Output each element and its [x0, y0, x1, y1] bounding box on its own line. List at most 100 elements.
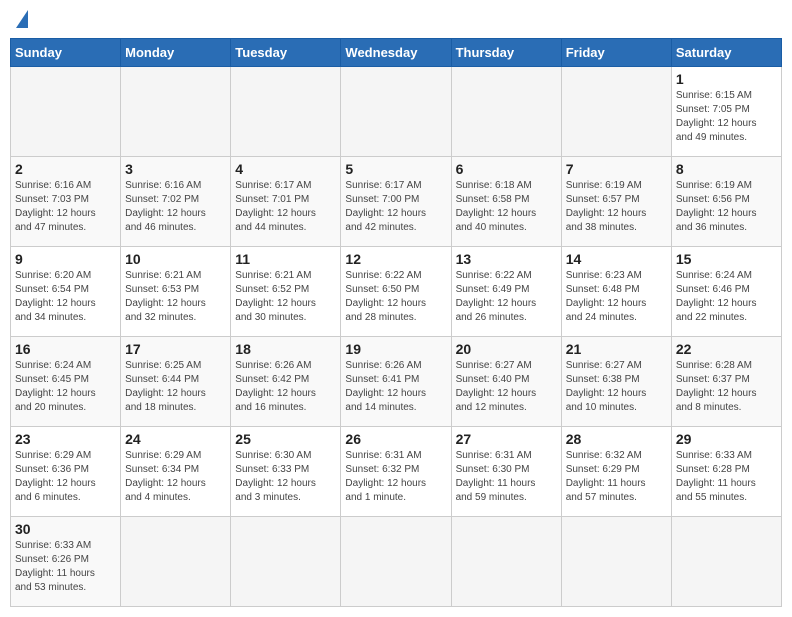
- day-info: Sunrise: 6:23 AMSunset: 6:48 PMDaylight:…: [566, 269, 667, 325]
- calendar-cell: [121, 517, 231, 607]
- calendar-table: SundayMondayTuesdayWednesdayThursdayFrid…: [10, 38, 782, 607]
- day-info: Sunrise: 6:29 AMSunset: 6:34 PMDaylight:…: [125, 449, 226, 505]
- day-info: Sunrise: 6:26 AMSunset: 6:42 PMDaylight:…: [235, 359, 336, 415]
- calendar-cell: 26 Sunrise: 6:31 AMSunset: 6:32 PMDaylig…: [341, 427, 451, 517]
- calendar-week-row: 9 Sunrise: 6:20 AMSunset: 6:54 PMDayligh…: [11, 247, 782, 337]
- day-info: Sunrise: 6:31 AMSunset: 6:30 PMDaylight:…: [456, 449, 557, 505]
- calendar-header-friday: Friday: [561, 39, 671, 67]
- calendar-week-row: 16 Sunrise: 6:24 AMSunset: 6:45 PMDaylig…: [11, 337, 782, 427]
- day-info: Sunrise: 6:22 AMSunset: 6:49 PMDaylight:…: [456, 269, 557, 325]
- day-info: Sunrise: 6:19 AMSunset: 6:57 PMDaylight:…: [566, 179, 667, 235]
- day-info: Sunrise: 6:33 AMSunset: 6:26 PMDaylight:…: [15, 539, 116, 595]
- day-number: 22: [676, 341, 777, 357]
- calendar-cell: 16 Sunrise: 6:24 AMSunset: 6:45 PMDaylig…: [11, 337, 121, 427]
- day-info: Sunrise: 6:30 AMSunset: 6:33 PMDaylight:…: [235, 449, 336, 505]
- calendar-cell: 15 Sunrise: 6:24 AMSunset: 6:46 PMDaylig…: [671, 247, 781, 337]
- calendar-cell: 30 Sunrise: 6:33 AMSunset: 6:26 PMDaylig…: [11, 517, 121, 607]
- calendar-cell: 2 Sunrise: 6:16 AMSunset: 7:03 PMDayligh…: [11, 157, 121, 247]
- calendar-cell: 27 Sunrise: 6:31 AMSunset: 6:30 PMDaylig…: [451, 427, 561, 517]
- day-number: 1: [676, 71, 777, 87]
- day-number: 8: [676, 161, 777, 177]
- day-info: Sunrise: 6:32 AMSunset: 6:29 PMDaylight:…: [566, 449, 667, 505]
- calendar-week-row: 1 Sunrise: 6:15 AMSunset: 7:05 PMDayligh…: [11, 67, 782, 157]
- day-info: Sunrise: 6:19 AMSunset: 6:56 PMDaylight:…: [676, 179, 777, 235]
- day-info: Sunrise: 6:27 AMSunset: 6:38 PMDaylight:…: [566, 359, 667, 415]
- day-info: Sunrise: 6:15 AMSunset: 7:05 PMDaylight:…: [676, 89, 777, 145]
- day-info: Sunrise: 6:27 AMSunset: 6:40 PMDaylight:…: [456, 359, 557, 415]
- day-number: 17: [125, 341, 226, 357]
- calendar-header-wednesday: Wednesday: [341, 39, 451, 67]
- day-number: 5: [345, 161, 446, 177]
- logo: [14, 10, 28, 30]
- day-info: Sunrise: 6:16 AMSunset: 7:03 PMDaylight:…: [15, 179, 116, 235]
- day-number: 4: [235, 161, 336, 177]
- day-info: Sunrise: 6:18 AMSunset: 6:58 PMDaylight:…: [456, 179, 557, 235]
- day-number: 3: [125, 161, 226, 177]
- calendar-cell: [561, 67, 671, 157]
- day-number: 27: [456, 431, 557, 447]
- calendar-week-row: 30 Sunrise: 6:33 AMSunset: 6:26 PMDaylig…: [11, 517, 782, 607]
- day-number: 18: [235, 341, 336, 357]
- day-number: 21: [566, 341, 667, 357]
- day-number: 30: [15, 521, 116, 537]
- calendar-cell: 9 Sunrise: 6:20 AMSunset: 6:54 PMDayligh…: [11, 247, 121, 337]
- calendar-cell: [451, 67, 561, 157]
- day-number: 19: [345, 341, 446, 357]
- calendar-cell: 19 Sunrise: 6:26 AMSunset: 6:41 PMDaylig…: [341, 337, 451, 427]
- day-number: 26: [345, 431, 446, 447]
- day-number: 24: [125, 431, 226, 447]
- day-info: Sunrise: 6:17 AMSunset: 7:00 PMDaylight:…: [345, 179, 446, 235]
- day-info: Sunrise: 6:22 AMSunset: 6:50 PMDaylight:…: [345, 269, 446, 325]
- day-info: Sunrise: 6:26 AMSunset: 6:41 PMDaylight:…: [345, 359, 446, 415]
- calendar-cell: 8 Sunrise: 6:19 AMSunset: 6:56 PMDayligh…: [671, 157, 781, 247]
- calendar-cell: [671, 517, 781, 607]
- calendar-cell: 13 Sunrise: 6:22 AMSunset: 6:49 PMDaylig…: [451, 247, 561, 337]
- calendar-header-monday: Monday: [121, 39, 231, 67]
- day-number: 23: [15, 431, 116, 447]
- calendar-cell: 6 Sunrise: 6:18 AMSunset: 6:58 PMDayligh…: [451, 157, 561, 247]
- calendar-header-tuesday: Tuesday: [231, 39, 341, 67]
- day-number: 16: [15, 341, 116, 357]
- day-number: 28: [566, 431, 667, 447]
- day-number: 11: [235, 251, 336, 267]
- day-info: Sunrise: 6:17 AMSunset: 7:01 PMDaylight:…: [235, 179, 336, 235]
- calendar-cell: [561, 517, 671, 607]
- calendar-cell: [341, 517, 451, 607]
- calendar-header-saturday: Saturday: [671, 39, 781, 67]
- calendar-cell: [11, 67, 121, 157]
- calendar-week-row: 23 Sunrise: 6:29 AMSunset: 6:36 PMDaylig…: [11, 427, 782, 517]
- calendar-cell: [231, 517, 341, 607]
- day-info: Sunrise: 6:16 AMSunset: 7:02 PMDaylight:…: [125, 179, 226, 235]
- calendar-cell: 7 Sunrise: 6:19 AMSunset: 6:57 PMDayligh…: [561, 157, 671, 247]
- calendar-cell: 23 Sunrise: 6:29 AMSunset: 6:36 PMDaylig…: [11, 427, 121, 517]
- page-header: [10, 10, 782, 30]
- calendar-cell: [231, 67, 341, 157]
- calendar-cell: 17 Sunrise: 6:25 AMSunset: 6:44 PMDaylig…: [121, 337, 231, 427]
- day-info: Sunrise: 6:33 AMSunset: 6:28 PMDaylight:…: [676, 449, 777, 505]
- day-info: Sunrise: 6:21 AMSunset: 6:53 PMDaylight:…: [125, 269, 226, 325]
- day-number: 15: [676, 251, 777, 267]
- calendar-cell: 20 Sunrise: 6:27 AMSunset: 6:40 PMDaylig…: [451, 337, 561, 427]
- day-number: 13: [456, 251, 557, 267]
- calendar-cell: 1 Sunrise: 6:15 AMSunset: 7:05 PMDayligh…: [671, 67, 781, 157]
- day-number: 29: [676, 431, 777, 447]
- day-number: 20: [456, 341, 557, 357]
- calendar-cell: 3 Sunrise: 6:16 AMSunset: 7:02 PMDayligh…: [121, 157, 231, 247]
- day-info: Sunrise: 6:24 AMSunset: 6:45 PMDaylight:…: [15, 359, 116, 415]
- calendar-cell: 21 Sunrise: 6:27 AMSunset: 6:38 PMDaylig…: [561, 337, 671, 427]
- calendar-cell: 5 Sunrise: 6:17 AMSunset: 7:00 PMDayligh…: [341, 157, 451, 247]
- calendar-header-sunday: Sunday: [11, 39, 121, 67]
- day-info: Sunrise: 6:28 AMSunset: 6:37 PMDaylight:…: [676, 359, 777, 415]
- calendar-cell: 24 Sunrise: 6:29 AMSunset: 6:34 PMDaylig…: [121, 427, 231, 517]
- calendar-cell: 29 Sunrise: 6:33 AMSunset: 6:28 PMDaylig…: [671, 427, 781, 517]
- day-info: Sunrise: 6:21 AMSunset: 6:52 PMDaylight:…: [235, 269, 336, 325]
- calendar-week-row: 2 Sunrise: 6:16 AMSunset: 7:03 PMDayligh…: [11, 157, 782, 247]
- calendar-cell: 14 Sunrise: 6:23 AMSunset: 6:48 PMDaylig…: [561, 247, 671, 337]
- calendar-cell: 12 Sunrise: 6:22 AMSunset: 6:50 PMDaylig…: [341, 247, 451, 337]
- day-number: 6: [456, 161, 557, 177]
- day-info: Sunrise: 6:20 AMSunset: 6:54 PMDaylight:…: [15, 269, 116, 325]
- calendar-cell: 4 Sunrise: 6:17 AMSunset: 7:01 PMDayligh…: [231, 157, 341, 247]
- calendar-cell: 11 Sunrise: 6:21 AMSunset: 6:52 PMDaylig…: [231, 247, 341, 337]
- day-info: Sunrise: 6:24 AMSunset: 6:46 PMDaylight:…: [676, 269, 777, 325]
- calendar-cell: [451, 517, 561, 607]
